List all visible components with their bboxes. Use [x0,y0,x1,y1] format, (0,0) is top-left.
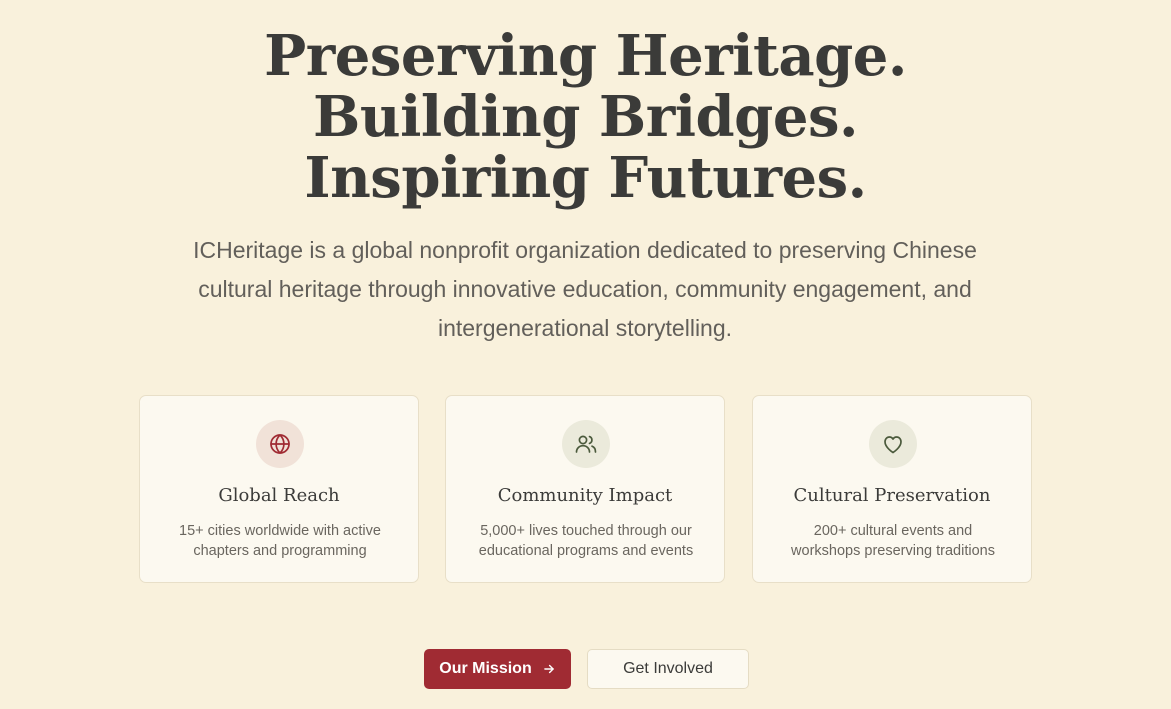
hero-subtitle: ICHeritage is a global nonprofit organiz… [193,237,977,341]
get-involved-button[interactable]: Get Involved [587,649,749,689]
hero-title: Preserving Heritage. Building Bridges. I… [0,26,1171,209]
card-title: Community Impact [497,485,673,506]
card-description: 200+ cultural events and workshops prese… [791,523,995,559]
feature-cards: Global Reach 15+ cities worldwide with a… [139,395,1034,585]
arrow-right-icon [542,662,556,676]
users-icon [562,420,610,468]
our-mission-label: Our Mission [439,660,532,677]
get-involved-label: Get Involved [623,660,713,677]
card-title: Global Reach [218,485,340,506]
card-title: Cultural Preservation [793,485,991,506]
our-mission-button[interactable]: Our Mission [424,649,571,689]
card-description: 5,000+ lives touched through our educati… [478,523,694,559]
card-global-reach: Global Reach 15+ cities worldwide with a… [139,395,419,583]
card-description: 15+ cities worldwide with active chapter… [179,523,381,559]
card-cultural-preservation: Cultural Preservation 200+ cultural even… [752,395,1032,583]
card-community-impact: Community Impact 5,000+ lives touched th… [445,395,725,583]
hero-title-line-1: Preserving Heritage. [264,23,907,89]
hero-title-line-2: Building Bridges. [313,84,858,150]
globe-icon [256,420,304,468]
heart-icon [869,420,917,468]
hero-title-line-3: Inspiring Futures. [304,145,867,211]
